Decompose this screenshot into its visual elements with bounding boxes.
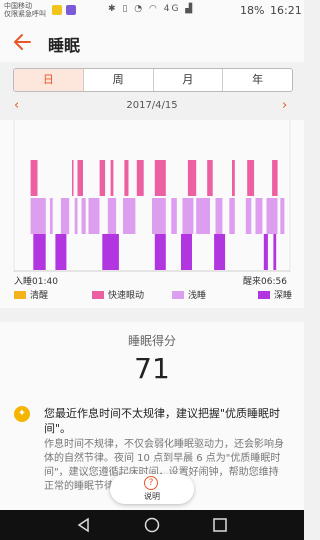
sleep-segment-light — [74, 198, 78, 234]
sleep-segment-light — [49, 198, 53, 234]
bluetooth-icon: ✱ — [108, 4, 118, 14]
sleep-segment-deep — [263, 234, 268, 270]
sleep-score-value: 71 — [134, 352, 170, 385]
legend-rem-label: 快速眼动 — [108, 291, 145, 301]
legend-deep-label: 深睡 — [274, 291, 293, 301]
vibrate-icon: ▯ — [122, 4, 130, 14]
explanation-label: 说明 — [144, 492, 160, 501]
sleep-segment-light — [152, 198, 166, 234]
lightbulb-icon: ✦ — [14, 406, 30, 422]
back-button[interactable] — [10, 30, 36, 54]
current-date: 2017/4/15 — [126, 100, 178, 111]
nav-back-icon[interactable] — [74, 515, 94, 535]
battery-percentage: 18% — [240, 4, 265, 17]
carrier-info: 中国移动 仅限紧急呼叫 — [4, 2, 46, 18]
sleep-segment-light — [60, 198, 70, 234]
next-day-button[interactable]: › — [282, 98, 287, 113]
system-navigation-bar — [0, 510, 304, 540]
period-tabs: 日 周 月 年 — [13, 68, 293, 92]
status-bar: 中国移动 仅限紧急呼叫 ✱ ▯ ◔ ◠ 4G ▟ 18% 16:21 — [0, 0, 304, 22]
carrier-name: 中国移动 — [4, 2, 32, 10]
sleep-segment-light — [245, 198, 252, 234]
app-bar: 睡眠 — [0, 22, 304, 62]
sleep-segment-rem — [247, 160, 255, 196]
sleep-segment-light — [88, 198, 100, 234]
nav-home-icon[interactable] — [142, 515, 162, 535]
legend-awake: 清醒 — [14, 288, 48, 301]
emergency-only-text: 仅限紧急呼叫 — [4, 10, 46, 18]
sleep-segment-light — [123, 198, 136, 234]
legend-light-swatch — [172, 290, 184, 299]
tab-month[interactable]: 月 — [154, 69, 224, 91]
sleep-segment-rem — [77, 160, 83, 196]
sleep-segment-rem — [272, 160, 278, 196]
sleep-chart-panel: 入睡01:40 醒来06:56 清醒 快速眼动 浅睡 深睡 — [0, 120, 304, 308]
sleep-segment-light — [266, 198, 278, 234]
clock: 16:21 — [270, 4, 302, 17]
sleep-score-label: 睡眠得分 — [127, 334, 176, 348]
sleep-stage-chart — [13, 120, 291, 272]
nav-recents-icon[interactable] — [210, 515, 230, 535]
sleep-segment-light — [255, 198, 263, 234]
wake-time-label: 醒来06:56 — [243, 277, 287, 287]
tab-day[interactable]: 日 — [14, 69, 84, 91]
sleep-segment-light — [215, 198, 223, 234]
notification-app-icon — [52, 5, 62, 15]
sleep-segment-rem — [136, 160, 144, 196]
sleep-segment-rem — [187, 160, 197, 196]
sleep-segment-deep — [214, 234, 226, 270]
sleep-segment-rem — [30, 160, 38, 196]
sleep-segment-rem — [99, 160, 106, 196]
network-type: 4G — [163, 4, 181, 14]
sleep-segment-light — [182, 198, 194, 234]
legend-light: 浅睡 — [172, 288, 206, 301]
legend-light-label: 浅睡 — [188, 291, 207, 301]
sleep-segment-light — [30, 198, 46, 234]
page-title: 睡眠 — [48, 36, 81, 55]
legend-awake-swatch — [14, 290, 26, 299]
sleep-start-label: 入睡01:40 — [14, 277, 58, 287]
sleep-segment-light — [81, 198, 86, 234]
sleep-segment-rem — [124, 160, 129, 196]
legend-awake-label: 清醒 — [30, 291, 49, 301]
sleep-segment-rem — [72, 160, 74, 196]
question-mark-icon: ? — [144, 476, 158, 490]
legend-deep: 深睡 — [258, 288, 292, 301]
tab-week[interactable]: 周 — [84, 69, 154, 91]
sleep-segment-light — [196, 198, 210, 234]
legend-rem: 快速眼动 — [92, 288, 144, 301]
sleep-segment-deep — [154, 234, 166, 270]
notification-app-icon — [66, 5, 76, 15]
sleep-segment-deep — [102, 234, 119, 270]
sleep-segment-light — [229, 198, 235, 234]
sleep-segment-rem — [154, 160, 166, 196]
tip-title: 您最近作息时间不太规律，建议把握"优质睡眠时间"。 — [44, 407, 281, 435]
sleep-segment-deep — [273, 234, 277, 270]
sleep-segment-light — [171, 198, 177, 234]
system-status-icons: ✱ ▯ ◔ ◠ 4G ▟ — [108, 4, 194, 14]
sleep-segment-light — [107, 198, 117, 234]
wifi-icon: ◠ — [148, 4, 159, 14]
date-selector: ‹ 2017/4/15 › — [0, 98, 304, 116]
sleep-segment-rem — [207, 160, 213, 196]
signal-icon: ▟ — [185, 4, 195, 14]
legend-rem-swatch — [92, 290, 104, 299]
back-arrow-icon — [14, 34, 31, 50]
explanation-button[interactable]: ? 说明 — [110, 474, 194, 504]
sleep-segment-deep — [181, 234, 192, 270]
alarm-icon: ◔ — [134, 4, 145, 14]
sleep-score-panel: 睡眠得分 71 ✦ 您最近作息时间不太规律，建议把握"优质睡眠时间"。 作息时间… — [0, 322, 304, 540]
sleep-segment-light — [280, 198, 285, 234]
tab-year[interactable]: 年 — [223, 69, 292, 91]
sleep-segment-deep — [33, 234, 46, 270]
sleep-segment-rem — [232, 160, 235, 196]
sleep-segment-deep — [55, 234, 67, 270]
legend-deep-swatch — [258, 290, 270, 299]
sleep-segment-rem — [110, 160, 114, 196]
